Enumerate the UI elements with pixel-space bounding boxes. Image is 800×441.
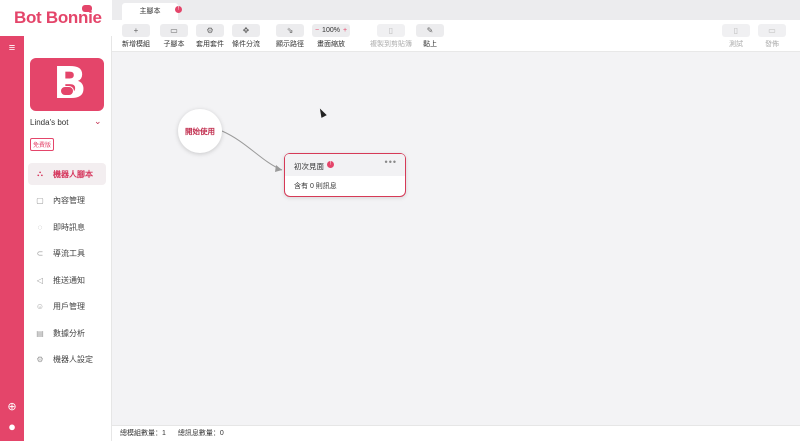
condition-branch-button[interactable]: ✥ 條件分流 xyxy=(232,24,260,49)
zoom-in-icon[interactable]: + xyxy=(343,27,347,34)
globe-icon[interactable]: ⊕ xyxy=(4,398,20,414)
path-icon: ⇘ xyxy=(276,24,304,37)
toolbar: + 新增模組 ▭ 子腳本 ⚙ 套用套件 ✥ 條件分流 ⇘ 顯示路徑 − 100%… xyxy=(112,20,800,52)
start-node[interactable]: 開始使用 xyxy=(178,109,222,153)
status-bar: 總模組數量：1 總訊息數量：0 xyxy=(112,425,800,441)
phone-icon: ▯ xyxy=(722,24,750,37)
paste-button[interactable]: ✎ 黏上 xyxy=(416,24,444,49)
sub-script-button[interactable]: ▭ 子腳本 xyxy=(160,24,188,49)
condition-branch-label: 條件分流 xyxy=(232,41,260,48)
test-button[interactable]: ▯ 測試 xyxy=(722,24,750,49)
copy-label: 複製到剪貼簿 xyxy=(370,41,412,48)
flow-icon: ⛬ xyxy=(37,169,43,178)
sidebar-item-analytics[interactable]: ▤ 數據分析 xyxy=(28,322,106,344)
branch-icon: ✥ xyxy=(232,24,260,37)
users-icon: ☺ xyxy=(35,302,45,311)
sidebar-item-push[interactable]: ◁ 推送通知 xyxy=(28,269,106,291)
sidebar-nav: ⛬ 機器人腳本 ▢ 內容管理 ◌ 即時訊息 ⊂ 導流工具 ◁ 推送通知 ☺ 用戶… xyxy=(28,163,106,375)
module-node[interactable]: 初次見面 ! ••• 含有 0 則訊息 xyxy=(284,153,406,197)
sidebar-item-label: 導流工具 xyxy=(53,249,85,258)
publish-icon: ▭ xyxy=(758,24,786,37)
folder-icon: ▭ xyxy=(160,24,188,37)
chevron-down-icon[interactable]: ⌄ xyxy=(94,116,102,127)
sidebar-item-label: 內容管理 xyxy=(53,196,85,205)
sidebar-item-bot-script[interactable]: ⛬ 機器人腳本 xyxy=(28,163,106,185)
flow-canvas[interactable]: 開始使用 初次見面 ! ••• 含有 0 則訊息 xyxy=(112,52,800,425)
module-node-title: 初次見面 xyxy=(294,162,324,171)
sidebar-item-content[interactable]: ▢ 內容管理 xyxy=(28,190,106,212)
megaphone-icon: ◁ xyxy=(36,275,44,285)
sidebar-item-label: 即時訊息 xyxy=(53,222,85,232)
show-path-button[interactable]: ⇘ 顯示路徑 xyxy=(276,24,304,49)
logo-bubble-icon xyxy=(82,5,92,12)
test-label: 測試 xyxy=(729,41,743,48)
module-count: 總模組數量：1 xyxy=(120,430,166,437)
sidebar-item-label: 機器人設定 xyxy=(53,355,93,364)
module-node-message-count: 含有 0 則訊息 xyxy=(294,183,337,190)
magnet-icon: ⊂ xyxy=(36,249,44,258)
bot-avatar[interactable]: B xyxy=(30,58,104,111)
connector-line xyxy=(221,130,283,172)
zoom-control[interactable]: − 100% + 畫面縮放 xyxy=(312,24,350,49)
bot-avatar-letter: B xyxy=(53,58,87,109)
left-rail: ≡ ⊕ ● xyxy=(0,36,24,441)
publish-label: 發佈 xyxy=(765,41,779,48)
logo-area: Bot Bonnie xyxy=(0,0,112,36)
paste-label: 黏上 xyxy=(423,41,437,48)
chart-icon: ▤ xyxy=(36,328,44,338)
new-module-button[interactable]: + 新增模組 xyxy=(122,24,150,49)
tab-error-badge: ! xyxy=(175,6,182,13)
plus-icon: + xyxy=(122,24,150,37)
zoom-label: 畫面縮放 xyxy=(317,41,345,48)
message-count: 總訊息數量：0 xyxy=(177,430,224,437)
paste-icon: ✎ xyxy=(416,24,444,37)
sidebar-item-traffic-tools[interactable]: ⊂ 導流工具 xyxy=(28,243,106,265)
show-path-label: 顯示路徑 xyxy=(276,41,304,48)
sidebar-item-label: 用戶管理 xyxy=(53,302,85,311)
tab-label: 主腳本 xyxy=(139,8,161,15)
sidebar-item-live-chat[interactable]: ◌ 即時訊息 xyxy=(28,216,106,238)
zoom-box: − 100% + xyxy=(312,24,350,37)
trash-icon: ▯ xyxy=(377,24,405,37)
sidebar-item-label: 推送通知 xyxy=(53,275,85,285)
chat-bubble-icon xyxy=(60,86,74,96)
tab-bar: 主腳本 ! xyxy=(112,0,800,20)
publish-button[interactable]: ▭ 發佈 xyxy=(758,24,786,49)
zoom-out-icon[interactable]: − xyxy=(315,27,319,34)
gear-icon: ⚙ xyxy=(36,355,44,364)
plan-badge: 免費版 xyxy=(30,138,55,151)
error-badge-icon: ! xyxy=(327,161,334,168)
sidebar-item-users[interactable]: ☺ 用戶管理 xyxy=(28,296,106,318)
tab-main-script[interactable]: 主腳本 ! xyxy=(122,3,182,20)
menu-icon[interactable]: ≡ xyxy=(4,40,20,56)
apply-kit-button[interactable]: ⚙ 套用套件 xyxy=(196,24,224,49)
sidebar-item-label: 數據分析 xyxy=(53,328,85,338)
kit-icon: ⚙ xyxy=(196,24,224,37)
user-avatar-icon[interactable]: ● xyxy=(4,418,20,434)
apply-kit-label: 套用套件 xyxy=(196,41,224,48)
chat-icon: ◌ xyxy=(37,222,43,232)
sidebar-item-settings[interactable]: ⚙ 機器人設定 xyxy=(28,349,106,371)
copy-to-clipboard-button[interactable]: ▯ 複製到剪貼簿 xyxy=(370,24,412,49)
sidebar-item-label: 機器人腳本 xyxy=(53,169,93,179)
sub-script-label: 子腳本 xyxy=(163,41,185,48)
module-node-header: 初次見面 ! ••• xyxy=(285,154,405,176)
sidebar: B Linda's bot ⌄ 免費版 ⛬ 機器人腳本 ▢ 內容管理 ◌ 即時訊… xyxy=(24,36,112,441)
bot-name[interactable]: Linda's bot xyxy=(30,118,68,127)
new-module-label: 新增模組 xyxy=(122,41,150,48)
zoom-value: 100% xyxy=(322,27,340,34)
more-options-icon[interactable]: ••• xyxy=(385,157,397,167)
content-icon: ▢ xyxy=(36,196,44,205)
